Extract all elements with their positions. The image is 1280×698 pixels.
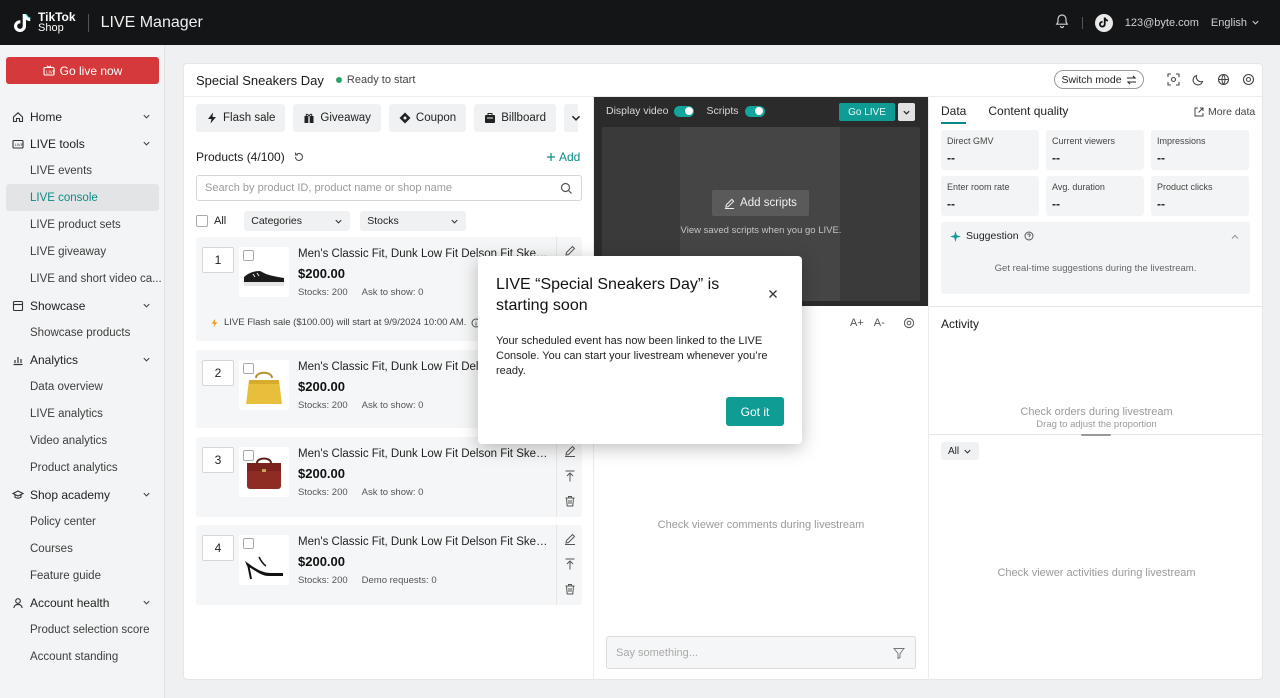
starting-soon-dialog: LIVE “Special Sneakers Day” is starting … <box>478 256 802 444</box>
close-icon[interactable] <box>768 289 778 299</box>
dialog-body: Your scheduled event has now been linked… <box>496 335 768 377</box>
dialog-title: LIVE “Special Sneakers Day” is starting … <box>496 276 720 314</box>
got-it-button[interactable]: Got it <box>726 397 784 426</box>
